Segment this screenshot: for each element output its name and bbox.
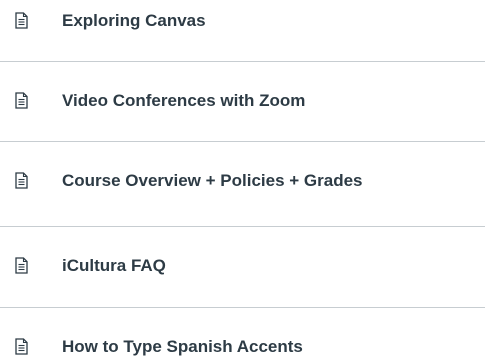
divider	[0, 226, 485, 227]
module-item-title[interactable]: How to Type Spanish Accents	[62, 332, 303, 362]
module-item-list: Exploring Canvas Video Conferences with …	[0, 0, 485, 364]
module-item-icultura-faq[interactable]: iCultura FAQ	[0, 251, 485, 281]
module-item-title[interactable]: Exploring Canvas	[62, 6, 206, 36]
module-item-title[interactable]: Video Conferences with Zoom	[62, 86, 305, 116]
divider	[0, 141, 485, 142]
module-item-title[interactable]: iCultura FAQ	[62, 251, 166, 281]
divider	[0, 61, 485, 62]
page-icon	[15, 257, 28, 274]
page-icon	[15, 92, 28, 109]
module-item-video-conferences[interactable]: Video Conferences with Zoom	[0, 86, 485, 116]
page-icon	[15, 338, 28, 355]
module-item-title[interactable]: Course Overview + Policies + Grades	[62, 166, 363, 196]
module-item-exploring-canvas[interactable]: Exploring Canvas	[0, 6, 485, 36]
divider	[0, 307, 485, 308]
module-item-spanish-accents[interactable]: How to Type Spanish Accents	[0, 332, 485, 362]
page-icon	[15, 172, 28, 189]
module-item-course-overview[interactable]: Course Overview + Policies + Grades	[0, 166, 485, 196]
page-icon	[15, 12, 28, 29]
